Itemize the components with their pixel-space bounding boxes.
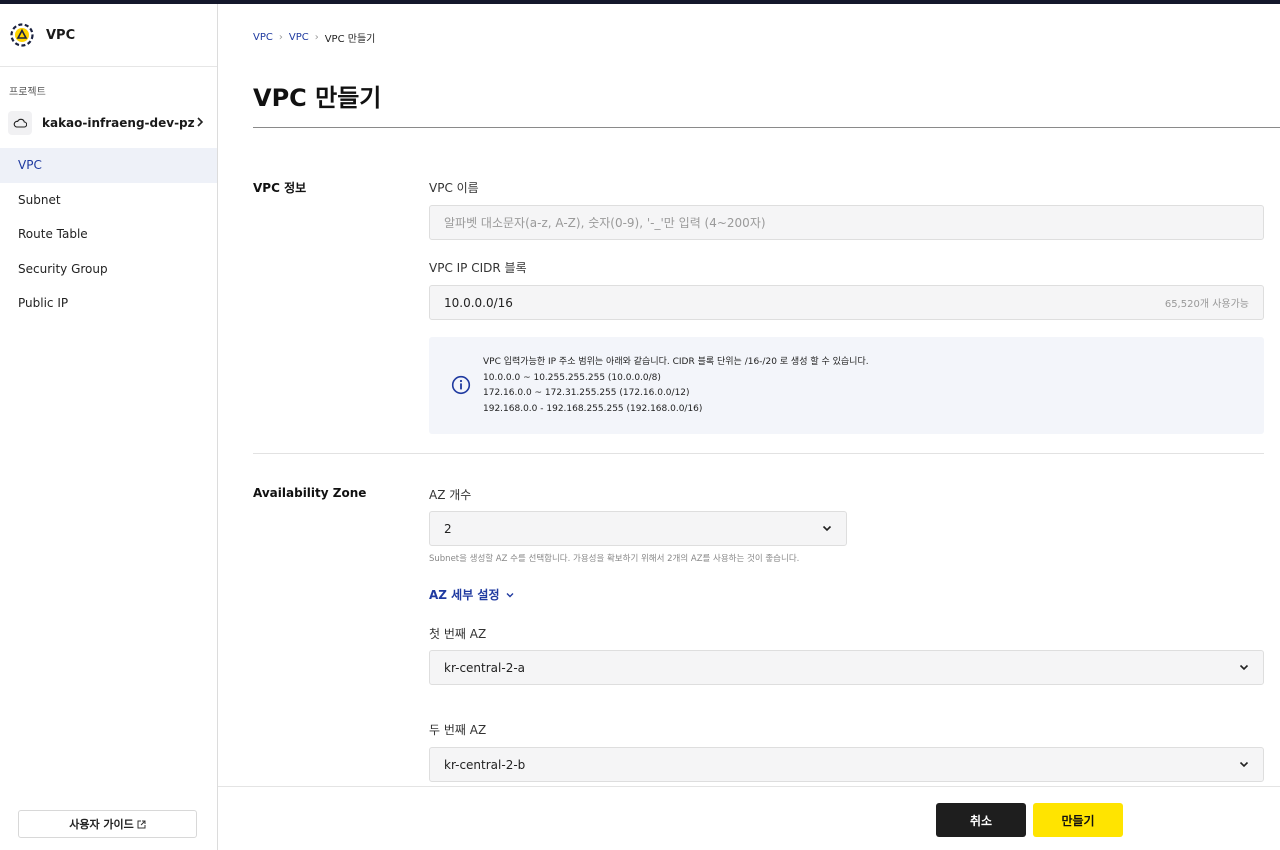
first-az-label: 첫 번째 AZ: [429, 627, 487, 641]
chevron-down-icon: [822, 525, 832, 532]
info-icon: [451, 375, 471, 395]
section-title-vpc-info: VPC 정보: [253, 181, 307, 195]
sidebar-item-security-group[interactable]: Security Group: [0, 252, 217, 287]
chevron-right-icon: [196, 115, 208, 131]
cidr-info-box: VPC 입력가능한 IP 주소 범위는 아래와 같습니다. CIDR 블록 단위…: [429, 337, 1264, 434]
info-line: 192.168.0.0 - 192.168.255.255 (192.168.0…: [483, 403, 703, 414]
az-count-select[interactable]: 2: [429, 511, 847, 546]
create-button[interactable]: 만들기: [1033, 803, 1123, 837]
second-az-value: kr-central-2-b: [444, 757, 526, 772]
vpc-name-input[interactable]: 알파벳 대소문자(a-z, A-Z), 숫자(0-9), '-_'만 입력 (4…: [429, 205, 1264, 240]
breadcrumb-item[interactable]: VPC: [253, 32, 273, 43]
first-az-value: kr-central-2-a: [444, 660, 526, 675]
title-divider: [253, 127, 1280, 128]
cancel-button[interactable]: 취소: [936, 803, 1026, 837]
cidr-label: VPC IP CIDR 블록: [429, 261, 527, 275]
chevron-right-icon: ›: [314, 32, 319, 43]
external-link-icon: [137, 820, 146, 828]
section-title-availability-zone: Availability Zone: [253, 486, 367, 500]
project-selector[interactable]: kakao-infraeng-dev-pz: [8, 110, 208, 136]
az-detail-label: AZ 세부 설정: [429, 588, 500, 602]
breadcrumb-item[interactable]: VPC: [289, 32, 309, 43]
second-az-label: 두 번째 AZ: [429, 723, 487, 737]
sidebar-item-subnet[interactable]: Subnet: [0, 183, 217, 218]
info-line: 10.0.0.0 ~ 10.255.255.255 (10.0.0.0/8): [483, 372, 661, 383]
sidebar-nav: VPC Subnet Route Table Security Group Pu…: [0, 148, 217, 321]
first-az-select[interactable]: kr-central-2-a: [429, 650, 1264, 685]
user-guide-button[interactable]: 사용자 가이드: [18, 810, 197, 838]
kakao-cloud-logo-icon: [10, 23, 34, 47]
az-detail-toggle[interactable]: AZ 세부 설정: [429, 586, 514, 603]
breadcrumb-current: VPC 만들기: [324, 34, 376, 45]
sidebar-app-title: VPC: [46, 27, 76, 43]
vpc-name-placeholder: 알파벳 대소문자(a-z, A-Z), 숫자(0-9), '-_'만 입력 (4…: [444, 216, 766, 230]
chevron-down-icon: [506, 592, 514, 597]
sidebar: VPC 프로젝트 kakao-infraeng-dev-pz VPC Subne…: [0, 4, 218, 850]
project-label: 프로젝트: [9, 87, 46, 98]
chevron-down-icon: [1239, 761, 1249, 768]
sidebar-item-route-table[interactable]: Route Table: [0, 217, 217, 252]
chevron-right-icon: ›: [278, 32, 283, 43]
sidebar-item-vpc[interactable]: VPC: [0, 148, 217, 183]
cidr-input[interactable]: 10.0.0.0/16 65,520개 사용가능: [429, 285, 1264, 320]
sidebar-item-public-ip[interactable]: Public IP: [0, 286, 217, 321]
az-count-value: 2: [444, 521, 452, 536]
project-name: kakao-infraeng-dev-pz: [42, 116, 195, 130]
page-title: VPC 만들기: [253, 84, 382, 112]
cidr-value: 10.0.0.0/16: [444, 295, 513, 310]
az-count-help: Subnet을 생성할 AZ 수를 선택합니다. 가용성을 확보하기 위해서 2…: [429, 554, 800, 564]
az-count-label: AZ 개수: [429, 488, 472, 502]
sidebar-header: VPC: [0, 4, 217, 67]
cloud-icon: [8, 111, 32, 135]
info-line: 172.16.0.0 ~ 172.31.255.255 (172.16.0.0/…: [483, 388, 690, 398]
cidr-available-count: 65,520개 사용가능: [1164, 299, 1249, 310]
vpc-name-label: VPC 이름: [429, 181, 479, 195]
second-az-select[interactable]: kr-central-2-b: [429, 747, 1264, 782]
info-line: VPC 입력가능한 IP 주소 범위는 아래와 같습니다. CIDR 블록 단위…: [483, 357, 869, 367]
user-guide-label: 사용자 가이드: [69, 818, 134, 831]
section-divider: [253, 453, 1264, 454]
breadcrumb: VPC › VPC › VPC 만들기: [253, 30, 375, 45]
chevron-down-icon: [1239, 664, 1249, 671]
info-text: VPC 입력가능한 IP 주소 범위는 아래와 같습니다. CIDR 블록 단위…: [483, 355, 869, 417]
